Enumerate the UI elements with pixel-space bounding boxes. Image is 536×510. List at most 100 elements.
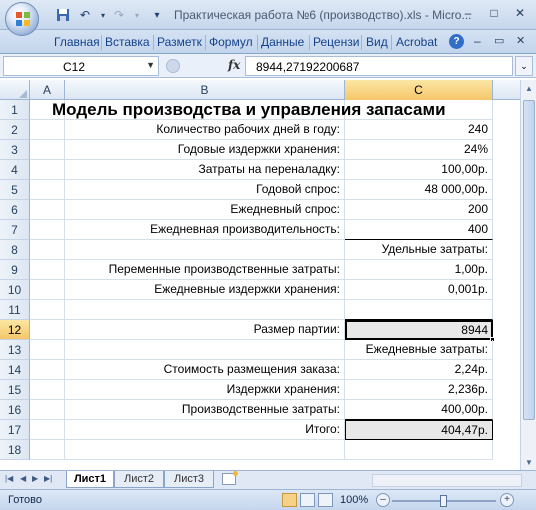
cell-b[interactable] <box>65 240 345 260</box>
cell-c[interactable]: 400,00р. <box>345 400 493 420</box>
cell-c[interactable]: Ежедневные затраты: <box>345 340 493 360</box>
normal-view-icon[interactable] <box>282 493 297 507</box>
cell-c[interactable]: 404,47р. <box>345 420 493 440</box>
chevron-down-icon[interactable]: ▼ <box>146 60 155 70</box>
cell-c[interactable]: 8944 <box>345 320 493 340</box>
zoom-level[interactable]: 100% <box>340 494 368 506</box>
cell-b[interactable] <box>65 440 345 460</box>
tab-review[interactable]: Рецензи <box>313 35 359 49</box>
row-header[interactable]: 13 <box>0 340 30 360</box>
cell-c[interactable]: 0,001р. <box>345 280 493 300</box>
zoom-slider-knob[interactable] <box>440 495 447 507</box>
zoom-in-button[interactable]: + <box>500 493 514 507</box>
cell-b[interactable]: Ежедневный спрос: <box>65 200 345 220</box>
cell-c[interactable]: 2,24р. <box>345 360 493 380</box>
page-break-view-icon[interactable] <box>318 493 333 507</box>
page-layout-view-icon[interactable] <box>300 493 315 507</box>
ribbon-restore-button[interactable]: ▭ <box>494 34 504 47</box>
name-box[interactable]: C12 ▼ <box>3 56 159 76</box>
cell-b[interactable]: Издержки хранения: <box>65 380 345 400</box>
expand-formula-bar-button[interactable]: ⌄ <box>515 56 533 76</box>
column-header-b[interactable]: B <box>65 80 345 100</box>
row-header[interactable]: 15 <box>0 380 30 400</box>
cell-a[interactable] <box>30 160 65 180</box>
tab-page-layout[interactable]: Разметк <box>157 35 202 49</box>
column-header-c[interactable]: C <box>345 80 493 100</box>
select-all-button[interactable] <box>0 80 30 100</box>
cell-a[interactable] <box>30 400 65 420</box>
row-header[interactable]: 10 <box>0 280 30 300</box>
scroll-up-icon[interactable]: ▲ <box>522 80 536 96</box>
last-sheet-icon[interactable]: ▶| <box>44 474 52 483</box>
tab-home[interactable]: Главная <box>54 35 100 49</box>
ribbon-minimize-button[interactable]: – <box>474 34 481 48</box>
row-header[interactable]: 11 <box>0 300 30 320</box>
cell-b[interactable]: Переменные производственные затраты: <box>65 260 345 280</box>
row-header[interactable]: 2 <box>0 120 30 140</box>
cell-a[interactable] <box>30 120 65 140</box>
vertical-scrollbar[interactable]: ▲ ▼ <box>520 80 536 470</box>
insert-function-button[interactable]: fx <box>228 58 240 72</box>
cell-c[interactable]: 240 <box>345 120 493 140</box>
maximize-button[interactable]: □ <box>484 3 504 23</box>
cell-a[interactable] <box>30 260 65 280</box>
redo-dropdown-icon[interactable]: ▾ <box>128 6 146 24</box>
cell-b[interactable] <box>65 340 345 360</box>
row-header[interactable]: 16 <box>0 400 30 420</box>
cell-b[interactable]: Количество рабочих дней в году: <box>65 120 345 140</box>
zoom-slider[interactable] <box>392 495 496 507</box>
cell-b[interactable]: Итого: <box>65 420 345 440</box>
ribbon-close-button[interactable]: ✕ <box>516 34 525 47</box>
cell-a[interactable] <box>30 420 65 440</box>
cell-a[interactable] <box>30 240 65 260</box>
tab-data[interactable]: Данные <box>261 35 304 49</box>
formula-input[interactable]: 8944,27192200687 <box>245 56 513 76</box>
row-header[interactable]: 4 <box>0 160 30 180</box>
cell-a[interactable] <box>30 300 65 320</box>
cell-c[interactable]: 100,00р. <box>345 160 493 180</box>
prev-sheet-icon[interactable]: ◀ <box>20 474 26 483</box>
save-icon[interactable] <box>54 6 72 24</box>
minimize-button[interactable]: – <box>458 3 478 23</box>
cell-a[interactable] <box>30 360 65 380</box>
redo-icon[interactable]: ↷ <box>110 6 128 24</box>
cell-c[interactable] <box>345 300 493 320</box>
row-header[interactable]: 7 <box>0 220 30 240</box>
cell-c[interactable]: 400 <box>345 220 493 240</box>
undo-icon[interactable]: ↶ <box>76 6 94 24</box>
row-header[interactable]: 5 <box>0 180 30 200</box>
cell-b[interactable]: Годовой спрос: <box>65 180 345 200</box>
column-header-a[interactable]: A <box>30 80 65 100</box>
cell-b[interactable]: Размер партии: <box>65 320 345 340</box>
cell-c[interactable]: 2,236р. <box>345 380 493 400</box>
help-icon[interactable]: ? <box>449 34 464 49</box>
sheet-tab-1[interactable]: Лист1 <box>66 471 114 488</box>
cell-a[interactable] <box>30 180 65 200</box>
cell-b[interactable] <box>65 300 345 320</box>
tab-view[interactable]: Вид <box>366 35 388 49</box>
scroll-down-icon[interactable]: ▼ <box>522 454 536 470</box>
scroll-thumb[interactable] <box>523 100 535 420</box>
row-header[interactable]: 12 <box>0 320 30 340</box>
cell-a[interactable] <box>30 280 65 300</box>
cell-b[interactable]: Стоимость размещения заказа: <box>65 360 345 380</box>
tab-insert[interactable]: Вставка <box>105 35 150 49</box>
cell-b[interactable]: Ежедневные издержки хранения: <box>65 280 345 300</box>
cell-b[interactable]: Производственные затраты: <box>65 400 345 420</box>
sheet-tab-3[interactable]: Лист3 <box>164 471 214 488</box>
formula-bar-grip-icon[interactable] <box>166 59 180 73</box>
cell-b[interactable]: Затраты на переналадку: <box>65 160 345 180</box>
cell-b[interactable]: Ежедневная производительность: <box>65 220 345 240</box>
customize-toolbar-icon[interactable]: ▾ <box>148 6 166 24</box>
insert-sheet-icon[interactable] <box>222 471 238 485</box>
row-header[interactable]: 3 <box>0 140 30 160</box>
sheet-tab-2[interactable]: Лист2 <box>114 471 164 488</box>
cell-a[interactable] <box>30 440 65 460</box>
first-sheet-icon[interactable]: |◀ <box>5 474 13 483</box>
next-sheet-icon[interactable]: ▶ <box>32 474 38 483</box>
close-button[interactable]: ✕ <box>510 3 530 23</box>
cell-a[interactable] <box>30 320 65 340</box>
cell-c[interactable] <box>345 440 493 460</box>
row-header[interactable]: 6 <box>0 200 30 220</box>
cell-c[interactable]: 48 000,00р. <box>345 180 493 200</box>
